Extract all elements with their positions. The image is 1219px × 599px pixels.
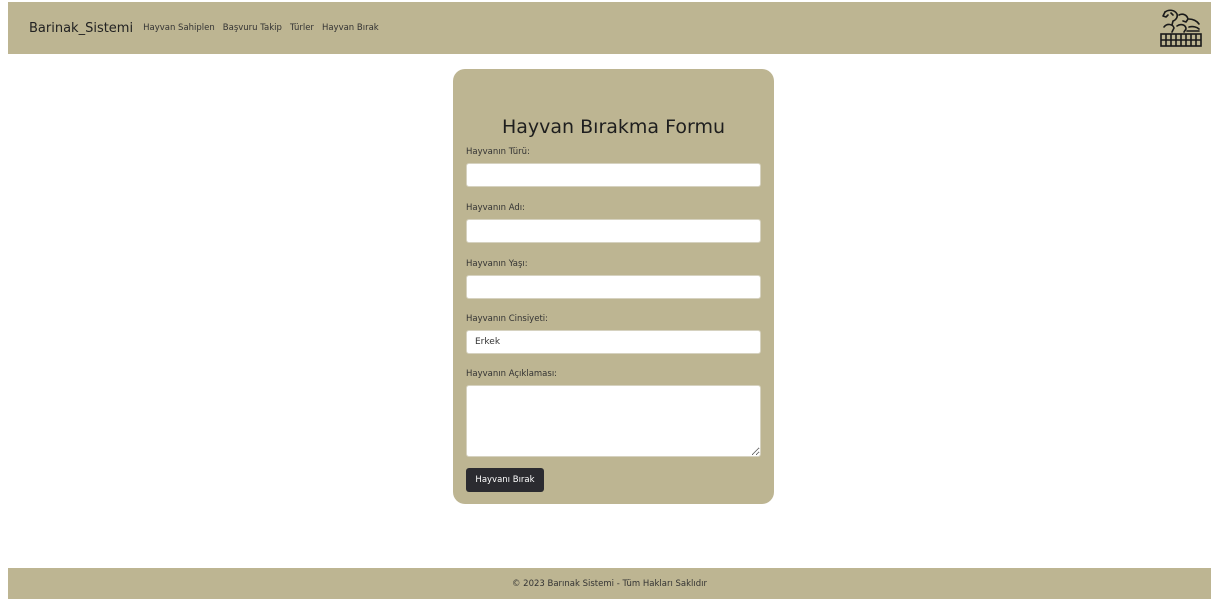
description-textarea[interactable]	[466, 385, 761, 457]
gender-select[interactable]: Erkek	[466, 330, 761, 354]
brand-link[interactable]: Barinak_Sistemi	[29, 21, 133, 36]
gender-label: Hayvanın Cinsiyeti:	[466, 314, 548, 324]
footer-copyright: © 2023 Barınak Sistemi - Tüm Hakları Sak…	[511, 578, 708, 589]
form-title: Hayvan Bırakma Formu	[501, 116, 725, 138]
type-input[interactable]	[466, 163, 761, 187]
horse-stable-icon	[1160, 9, 1202, 47]
nav-links: Hayvan Sahiplen Başvuru Takip Türler Hay…	[143, 23, 387, 33]
age-label: Hayvanın Yaşı:	[466, 259, 528, 269]
description-label: Hayvanın Açıklaması:	[466, 369, 558, 379]
submit-button[interactable]: Hayvanı Bırak	[466, 468, 544, 492]
nav-link-hayvan-birak[interactable]: Hayvan Bırak	[322, 23, 379, 33]
nav-link-basvuru-takip[interactable]: Başvuru Takip	[223, 23, 282, 33]
name-label: Hayvanın Adı:	[466, 203, 525, 213]
nav-link-hayvan-sahiplen[interactable]: Hayvan Sahiplen	[143, 23, 215, 33]
age-input[interactable]	[466, 275, 761, 299]
type-label: Hayvanın Türü:	[466, 147, 530, 157]
drop-off-form-card: Hayvan Bırakma Formu Hayvanın Türü: Hayv…	[453, 69, 774, 504]
name-input[interactable]	[466, 219, 761, 243]
page-footer: © 2023 Barınak Sistemi - Tüm Hakları Sak…	[8, 568, 1211, 599]
top-navbar: Barinak_Sistemi Hayvan Sahiplen Başvuru …	[8, 2, 1211, 54]
nav-link-turler[interactable]: Türler	[290, 23, 314, 33]
